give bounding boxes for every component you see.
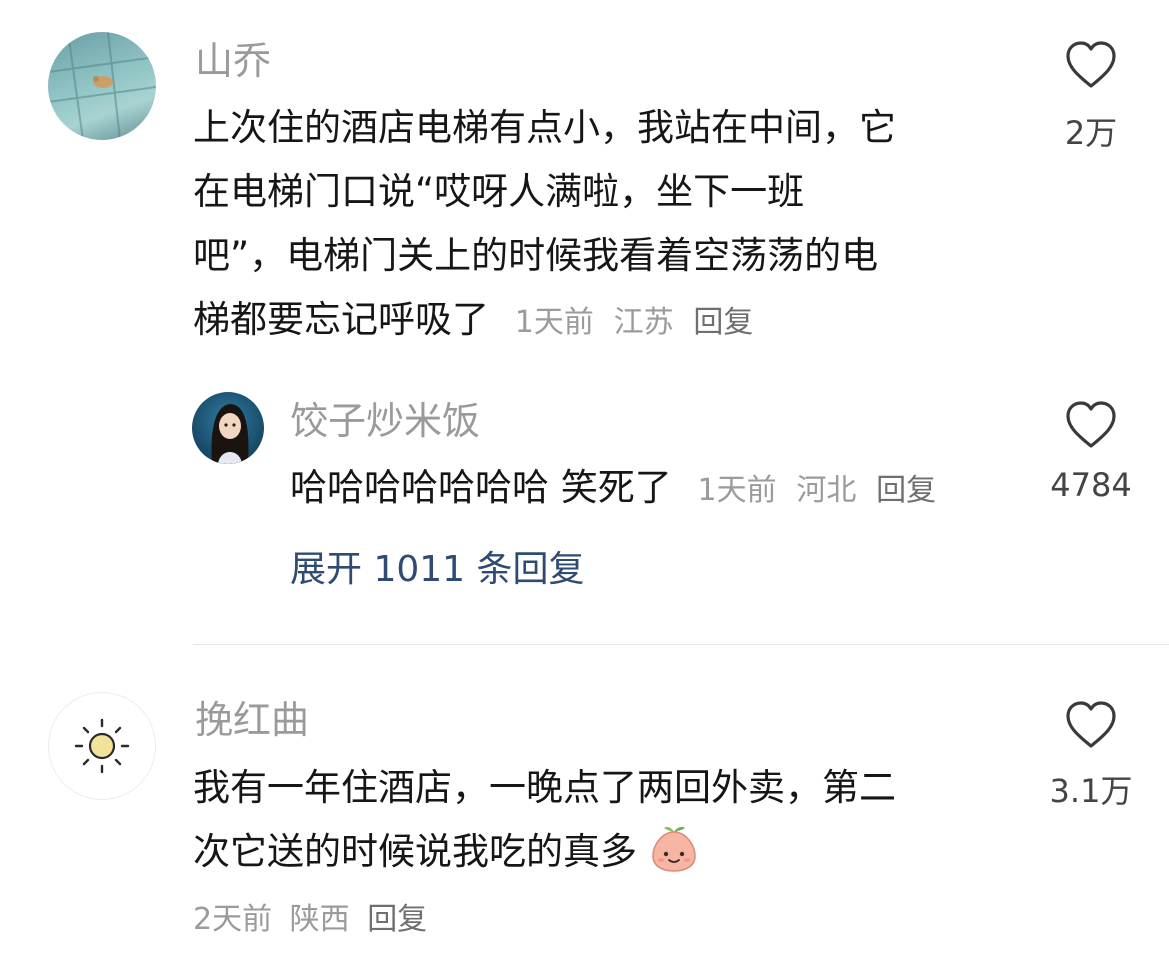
like-button[interactable]	[1064, 40, 1118, 94]
comment-time: 2天前	[193, 902, 273, 937]
comment-time: 1天前	[514, 305, 594, 340]
comment-text-line: 上次住的酒店电梯有点小，我站在中间，它	[193, 106, 896, 149]
reply-button[interactable]: 回复	[367, 902, 427, 937]
reply-time: 1天前	[697, 473, 777, 508]
avatar[interactable]	[192, 392, 264, 464]
reply-username[interactable]: 饺子炒米饭	[290, 398, 480, 444]
avatar-image	[48, 32, 156, 140]
avatar[interactable]	[48, 32, 156, 140]
like-button[interactable]	[1064, 400, 1118, 454]
like-count: 4784	[1050, 466, 1132, 504]
comment-text: 我有一年住酒店，一晚点了两回外卖，第二 次它送的时候说我吃的真多	[193, 756, 1023, 884]
avatar[interactable]	[48, 692, 156, 800]
heart-outline-icon	[1066, 41, 1116, 88]
peach-face-emoji	[652, 827, 696, 872]
comment-username[interactable]: 山乔	[195, 38, 271, 84]
comment-username[interactable]: 挽红曲	[195, 697, 309, 743]
comment-location: 江苏	[613, 305, 674, 340]
comment-text-line: 在电梯门口说“哎呀人满啦，坐下一班	[193, 170, 805, 213]
comment-text-line: 梯都要忘记呼吸了	[193, 298, 489, 341]
divider	[193, 644, 1169, 645]
expand-replies-link[interactable]: 展开 1011 条回复	[290, 548, 585, 592]
comment-location: 陕西	[289, 902, 350, 937]
heart-outline-icon	[1066, 401, 1116, 448]
comment-text-line: 我有一年住酒店，一晚点了两回外卖，第二	[193, 766, 896, 809]
like-count: 3.1万	[1049, 772, 1133, 810]
reply-button[interactable]: 回复	[693, 305, 753, 340]
comment-text-line: 吧”，电梯门关上的时候我看着空荡荡的电	[193, 234, 879, 277]
reply-button[interactable]: 回复	[876, 473, 936, 508]
reply-text-row: 哈哈哈哈哈哈哈 笑死了 1天前 河北 回复	[290, 456, 936, 523]
comment-meta-row: 2天前 陕西 回复	[193, 900, 427, 940]
comment-text-line-last: 梯都要忘记呼吸了 1天前 江苏 回复	[193, 288, 1023, 355]
comment-text-line: 次它送的时候说我吃的真多	[193, 830, 637, 873]
comment-text-line-last: 次它送的时候说我吃的真多	[193, 820, 1023, 884]
heart-outline-icon	[1066, 701, 1116, 748]
reply-location: 河北	[796, 473, 857, 508]
avatar-image	[211, 404, 249, 464]
comment-text: 上次住的酒店电梯有点小，我站在中间，它 在电梯门口说“哎呀人满啦，坐下一班 吧”…	[193, 96, 1023, 355]
reply-text: 哈哈哈哈哈哈哈 笑死了	[290, 466, 672, 509]
like-button[interactable]	[1064, 700, 1118, 754]
sun-icon	[74, 718, 130, 774]
like-count: 2万	[1064, 114, 1118, 152]
